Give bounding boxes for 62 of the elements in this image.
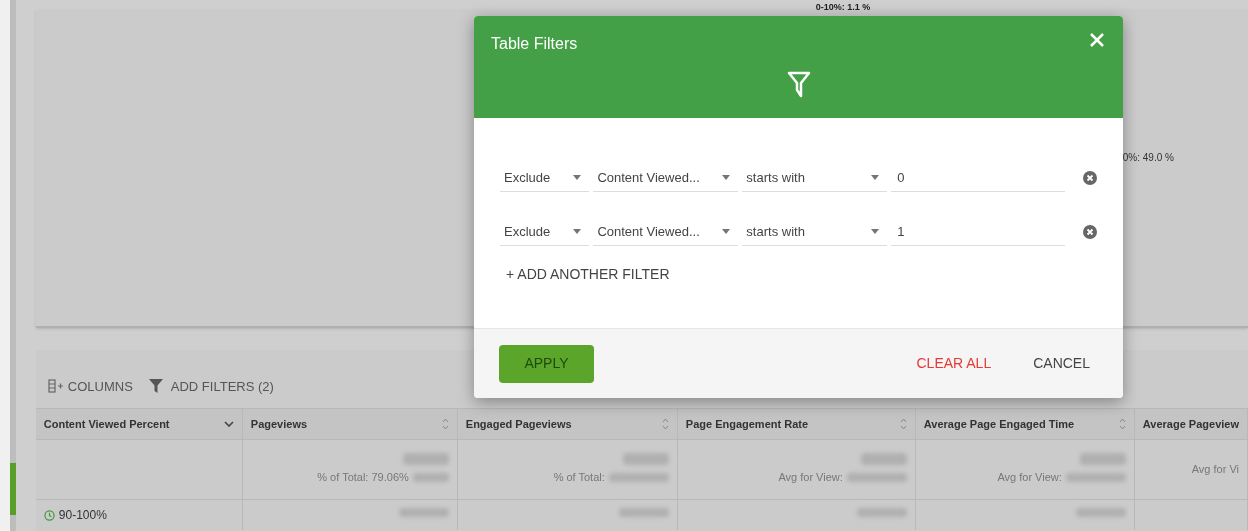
filter-icon (787, 71, 811, 99)
total-caption: % of Total: 79.06% (317, 470, 409, 486)
redacted-value (608, 473, 669, 482)
field-select[interactable]: Content Viewed... (593, 218, 739, 246)
caret-icon (573, 229, 582, 234)
cancel-button[interactable]: CANCEL (1033, 353, 1090, 374)
add-filters-button[interactable]: ADD FILTERS (2) (148, 376, 274, 396)
row-label: 90-100% (58, 507, 107, 524)
redacted-value (398, 508, 449, 517)
close-button[interactable] (1089, 32, 1105, 48)
column-header[interactable]: Content Viewed Percent (35, 409, 243, 439)
chevron-down-icon[interactable] (223, 421, 234, 427)
column-header[interactable]: Average Pageview (1134, 409, 1248, 439)
total-caption: Avg for Vi (1191, 462, 1239, 478)
caret-icon (871, 229, 880, 234)
clock-icon (43, 509, 55, 521)
sidebar-accent (10, 463, 16, 515)
column-header[interactable]: Engaged Pageviews (457, 409, 678, 439)
mode-select[interactable]: Exclude (500, 218, 590, 246)
redacted-value (618, 508, 669, 517)
caret-icon (722, 229, 731, 234)
total-caption: Avg for View: (997, 470, 1062, 486)
sort-icon[interactable] (441, 418, 449, 430)
caret-icon (871, 175, 880, 180)
field-select[interactable]: Content Viewed... (593, 164, 739, 192)
redacted-value (402, 453, 449, 466)
operator-select[interactable]: starts with (742, 164, 888, 192)
columns-icon (47, 379, 64, 394)
dialog-title: Table Filters (491, 34, 578, 54)
redacted-value (412, 473, 449, 482)
redacted-value (622, 453, 669, 466)
mode-select[interactable]: Exclude (500, 164, 590, 192)
redacted-value (1079, 453, 1126, 466)
remove-filter-button[interactable] (1083, 225, 1097, 239)
add-filter-button[interactable]: + ADD ANOTHER FILTER (506, 264, 670, 285)
sort-icon[interactable] (1118, 418, 1126, 430)
value-field[interactable]: 1 (891, 218, 1065, 246)
value-field[interactable]: 0 (891, 164, 1065, 192)
chart-label: 0%: 49.0 % (1122, 151, 1174, 165)
remove-icon (1083, 225, 1097, 239)
sort-icon[interactable] (661, 418, 669, 430)
redacted-value (846, 473, 907, 482)
redacted-value (856, 508, 907, 517)
clear-all-button[interactable]: CLEAR ALL (916, 353, 992, 374)
redacted-value (1065, 473, 1126, 482)
operator-select[interactable]: starts with (742, 218, 888, 246)
remove-filter-button[interactable] (1083, 171, 1097, 185)
redacted-value (860, 453, 907, 466)
remove-icon (1083, 171, 1097, 185)
sort-icon[interactable] (899, 418, 907, 430)
column-header[interactable]: Page Engagement Rate (677, 409, 916, 439)
column-header[interactable]: Pageviews (242, 409, 458, 439)
filter-icon (148, 379, 163, 394)
caret-icon (722, 175, 731, 180)
total-caption: Avg for View: (778, 470, 843, 486)
close-icon (1089, 32, 1105, 48)
chart-label: 0-10%: 1.1 % (815, 2, 871, 12)
column-header[interactable]: Average Page Engaged Time (915, 409, 1135, 439)
redacted-value (1075, 508, 1126, 517)
columns-button[interactable]: COLUMNS (47, 376, 133, 396)
caret-icon (573, 175, 582, 180)
total-caption: % of Total: (553, 470, 605, 486)
